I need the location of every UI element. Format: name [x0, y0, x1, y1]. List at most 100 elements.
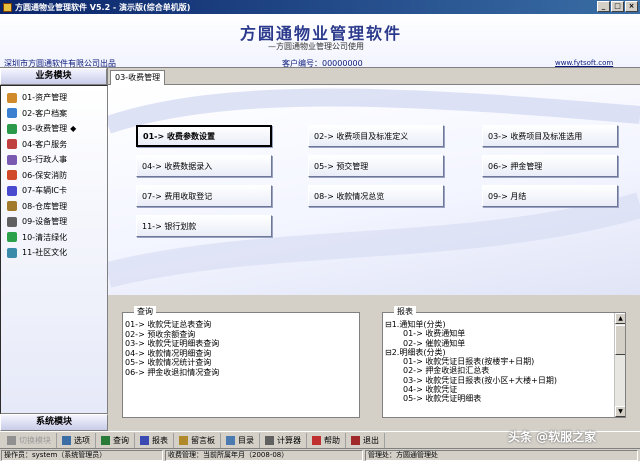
sidebar-item-label: 06-保安消防 [22, 170, 68, 180]
report-tree-label: 04-> 收款凭证 [403, 385, 458, 395]
function-button[interactable]: 03-> 收费项目及标准选用 [482, 125, 618, 147]
toolbar-button[interactable]: 留言板 [174, 432, 221, 448]
scroll-thumb[interactable] [615, 325, 625, 355]
sidebar-item-label: 05-行政人事 [22, 155, 68, 165]
query-item[interactable]: 02-> 预收余额查询 [123, 330, 359, 340]
sidebar-item[interactable]: 05-行政人事 [1, 152, 107, 168]
plant-icon [7, 232, 17, 243]
service-icon [7, 139, 17, 150]
report-tree-label: 05-> 收款凭证明细表 [403, 394, 482, 404]
sidebar-item[interactable]: 09-设备管理 [1, 214, 107, 230]
watermark: 头条 @软服之家 [508, 430, 597, 444]
help-icon [312, 435, 321, 445]
report-tree-label: 01-> 收费通知单 [403, 329, 466, 339]
status-admin: 管理处：方圆通管理处 [365, 450, 638, 461]
function-button[interactable]: 08-> 收款情况总览 [308, 185, 444, 207]
toolbar-button[interactable]: 选项 [57, 432, 96, 448]
website-link[interactable]: www.fytsoft.com [555, 59, 613, 67]
app-subtitle: —方圆通物业管理公司使用 [268, 42, 364, 51]
toolbar-button[interactable]: 计算器 [260, 432, 307, 448]
toolbar-button[interactable]: 报表 [135, 432, 174, 448]
report-panel-title: 报表 [394, 306, 416, 317]
toolbar-button[interactable]: 目录 [221, 432, 260, 448]
asset-icon [7, 92, 17, 103]
tab-fee-management[interactable]: 03-收费管理 [110, 70, 166, 85]
query-item[interactable]: 04-> 收款情况明细查询 [123, 349, 359, 359]
toolbar-button-label: 帮助 [324, 435, 340, 445]
toolbar-button-label: 选项 [74, 435, 90, 445]
report-tree-label: 01-> 收款凭证日报表(按楼宇+日期) [403, 357, 535, 367]
query-panel: 01-> 收款凭证总表查询 02-> 预收余额查询 03-> 收款凭证明细表查询 04… [122, 312, 360, 418]
sidebar-item[interactable]: 03-收费管理 ◆ [1, 121, 107, 137]
report-tree-item[interactable]: ⊟1.通知单(分类) [385, 320, 625, 329]
toolbar-button-label: 报表 [152, 435, 168, 445]
toolbar-button-label: 切换模块 [19, 435, 51, 445]
sidebar-header[interactable]: 业务模块 [0, 68, 107, 85]
report-tree-item[interactable]: 02-> 催款通知单 [385, 339, 625, 348]
minimize-button[interactable]: _ [597, 1, 610, 12]
toolbar-button[interactable]: 帮助 [307, 432, 346, 448]
security-icon [7, 170, 17, 181]
sidebar-item[interactable]: 06-保安消防 [1, 168, 107, 184]
sidebar-item[interactable]: 01-资产管理 [1, 90, 107, 106]
report-icon [140, 435, 149, 445]
report-scrollbar[interactable]: ▲ ▼ [614, 313, 625, 417]
function-button[interactable]: 07-> 费用收取登记 [136, 185, 272, 207]
toolbar-button[interactable]: 查询 [96, 432, 135, 448]
toolbar-button[interactable]: 切换模块 [2, 432, 57, 448]
maximize-button[interactable]: □ [611, 1, 624, 12]
equipment-icon [7, 216, 17, 227]
window-title-bar[interactable]: 方圆通物业管理软件 V5.2 - 演示版(综合单机版) _ □ × [0, 0, 640, 14]
tree-collapse-icon[interactable]: ⊟ [385, 348, 392, 357]
bottom-area: 01-> 收款凭证总表查询 02-> 预收余额查询 03-> 收款凭证明细表查询 04… [108, 295, 640, 431]
function-button[interactable]: 01-> 收费参数设置 [136, 125, 272, 147]
function-button[interactable]: 06-> 押金管理 [482, 155, 618, 177]
scroll-down-icon[interactable]: ▼ [615, 406, 625, 417]
report-tree-item[interactable]: 05-> 收款凭证明细表 [385, 394, 625, 403]
toolbar-button[interactable]: 退出 [346, 432, 385, 448]
directory-icon [226, 435, 235, 445]
sidebar-item-label: 04-客户服务 [22, 139, 68, 149]
report-tree-item[interactable]: 04-> 收款凭证 [385, 385, 625, 394]
scroll-up-icon[interactable]: ▲ [615, 313, 625, 324]
report-tree-item[interactable]: 01-> 收费通知单 [385, 329, 625, 338]
query-item[interactable]: 03-> 收款凭证明细表查询 [123, 339, 359, 349]
switch-icon [7, 435, 16, 445]
calculator-icon [265, 435, 274, 445]
sidebar: 业务模块 01-资产管理 02-客户档案 03-收费管理 ◆ 04-客户服务 05-行政人… [0, 68, 108, 431]
close-button[interactable]: × [625, 1, 638, 12]
exit-icon [351, 435, 360, 445]
query-item[interactable]: 01-> 收款凭证总表查询 [123, 320, 359, 330]
sidebar-item-label: 10-清洁绿化 [22, 232, 68, 242]
app-icon [3, 2, 12, 12]
toolbar-button-label: 计算器 [277, 435, 301, 445]
sidebar-item[interactable]: 04-客户服务 [1, 137, 107, 153]
tree-collapse-icon[interactable]: ⊟ [385, 320, 392, 329]
query-panel-title: 查询 [134, 306, 156, 317]
function-button[interactable]: 02-> 收费项目及标准定义 [308, 125, 444, 147]
sidebar-item[interactable]: 10-清洁绿化 [1, 230, 107, 246]
function-button[interactable]: 09-> 月结 [482, 185, 618, 207]
report-tree-item[interactable]: 02-> 押金收退扣汇总表 [385, 366, 625, 375]
toolbar-button-label: 退出 [363, 435, 379, 445]
sidebar-item[interactable]: 07-车辆IC卡 [1, 183, 107, 199]
query-item[interactable]: 05-> 收款情况统计查询 [123, 358, 359, 368]
header-banner: 方圆通物业管理软件 —方圆通物业管理公司使用 深圳市方圆通软件有限公司出品 客户… [0, 14, 640, 68]
report-tree-label: 02-> 押金收退扣汇总表 [403, 366, 490, 376]
sidebar-item[interactable]: 08-仓库管理 [1, 199, 107, 215]
report-tree-item[interactable]: 03-> 收款凭证日报表(按小区+大楼+日期) [385, 376, 625, 385]
sidebar-item[interactable]: 02-客户档案 [1, 106, 107, 122]
query-item[interactable]: 06-> 押金收退扣情况查询 [123, 368, 359, 378]
sidebar-item[interactable]: 11-社区文化 [1, 245, 107, 261]
sidebar-item-label: 01-资产管理 [22, 93, 68, 103]
function-button[interactable]: 05-> 预交管理 [308, 155, 444, 177]
report-tree-item[interactable]: ⊟2.明细表(分类) [385, 348, 625, 357]
sidebar-item-label: 08-仓库管理 [22, 201, 68, 211]
function-button[interactable]: 04-> 收费数据录入 [136, 155, 272, 177]
function-button[interactable]: 11-> 银行划款 [136, 215, 272, 237]
sidebar-item-label: 09-设备管理 [22, 217, 68, 227]
report-tree-label: 2.明细表(分类) [391, 347, 446, 357]
report-tree-label: 1.通知单(分类) [391, 320, 446, 329]
warehouse-icon [7, 201, 17, 212]
system-modules-button[interactable]: 系统模块 [0, 414, 108, 431]
